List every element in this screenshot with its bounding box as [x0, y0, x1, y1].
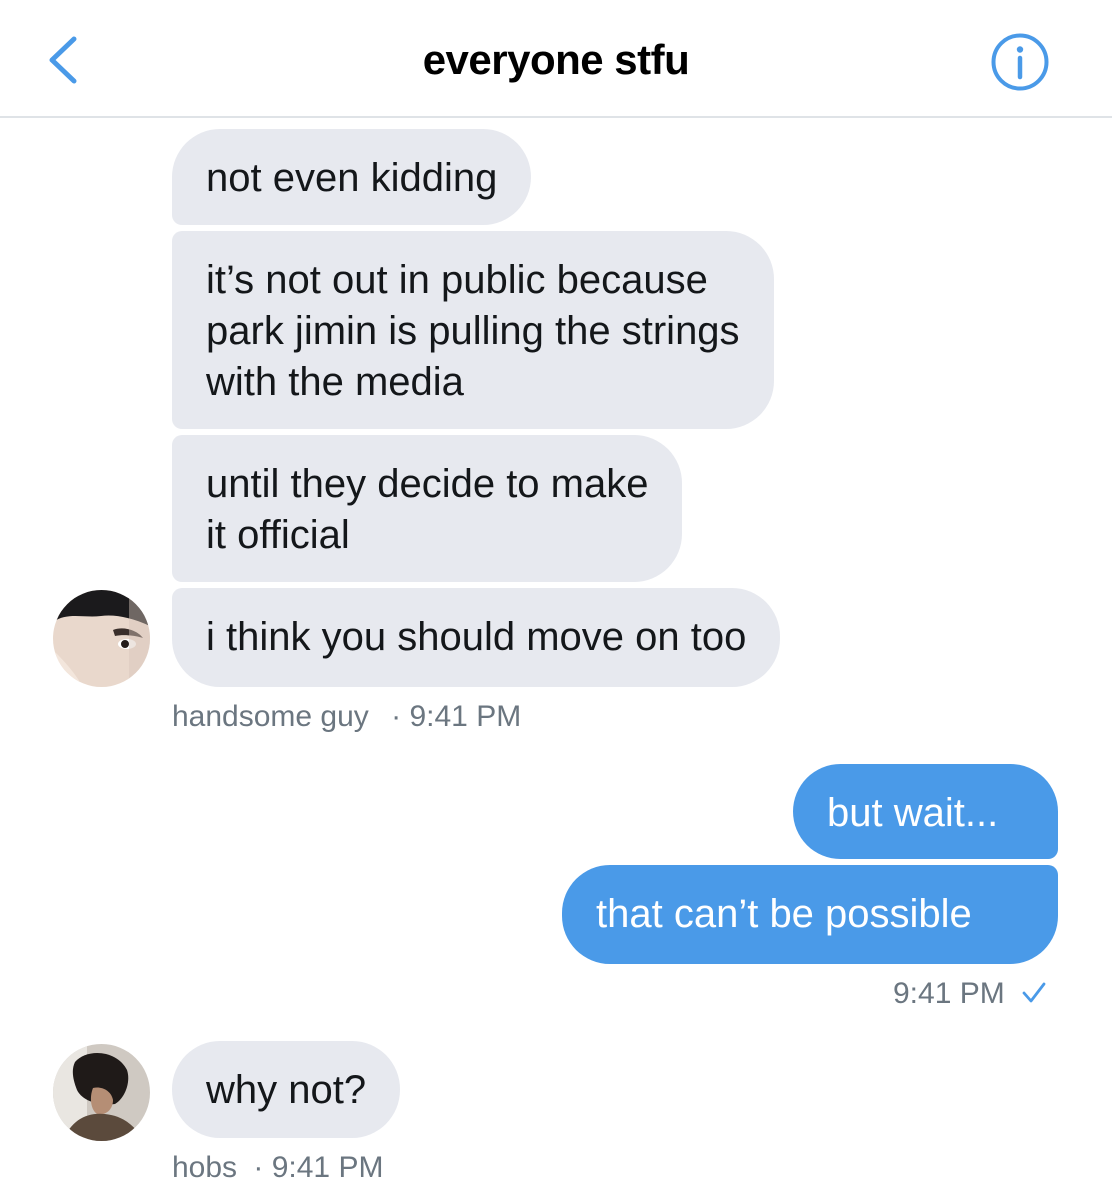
info-button[interactable]	[990, 32, 1050, 92]
conversation-title: everyone stfu	[422, 36, 690, 83]
sender-name: handsome guy	[172, 700, 369, 733]
conversation-header: everyone stfu	[0, 0, 1112, 118]
avatar[interactable]	[53, 590, 150, 687]
message-bubble[interactable]: i think you should move on too	[172, 588, 781, 687]
message-meta: hobs · 9:41 PM	[172, 1151, 383, 1185]
check-icon	[1022, 982, 1046, 1003]
message-bubble[interactable]: until they decide to make it official	[172, 435, 683, 582]
message-bubble[interactable]: it’s not out in public because park jimi…	[172, 231, 774, 429]
message-bubble[interactable]: that can’t be possible	[562, 865, 1058, 964]
message-bubble[interactable]: why not?	[172, 1041, 401, 1138]
message-meta: handsome guy · 9:41 PM	[172, 700, 521, 734]
timestamp: 9:41 PM	[893, 977, 1005, 1010]
avatar-photo	[53, 590, 150, 687]
info-circle-icon	[991, 33, 1049, 91]
avatar[interactable]	[53, 1044, 150, 1141]
message-meta: 9:41 PM	[893, 977, 1047, 1011]
message-bubble[interactable]: not even kidding	[172, 129, 532, 225]
message-bubble[interactable]: but wait...	[793, 764, 1058, 859]
timestamp: · 9:41 PM	[391, 700, 522, 733]
sender-name: hobs	[172, 1151, 238, 1184]
timestamp: · 9:41 PM	[253, 1151, 384, 1184]
avatar-photo	[53, 1044, 150, 1141]
